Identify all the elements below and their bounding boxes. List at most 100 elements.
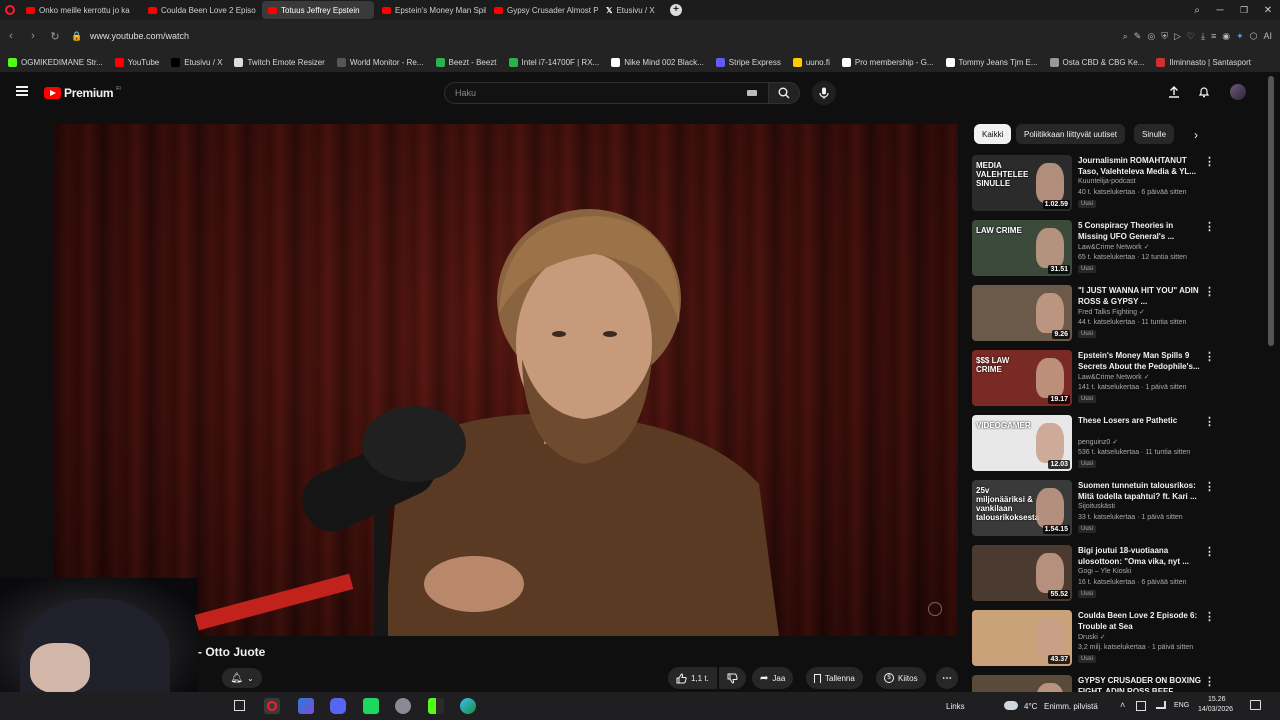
app-taskbar-icon-3[interactable] [395,698,411,714]
shield-icon[interactable]: ⛨ [1161,31,1168,42]
more-actions-button[interactable]: ⋯ [936,667,958,689]
bookmark-item[interactable]: Tommy Jeans Tjm E... [945,57,1038,67]
app-taskbar-icon-1[interactable] [298,698,314,714]
reload-icon[interactable]: ↻ [44,30,66,43]
youtube-premium-logo[interactable]: Premium FI [44,86,121,100]
channel-name[interactable]: Law&Crime Network ✓ [1078,243,1150,251]
channel-name[interactable]: Sijoituskästi [1078,503,1115,510]
video-thumbnail[interactable]: $$$ LAW CRIME 19.17 [972,350,1072,406]
search-button[interactable] [768,82,800,104]
weather-text[interactable]: Enimm. pilvistä [1044,702,1098,711]
chips-next-icon[interactable]: › [1194,128,1198,142]
bookmark-item[interactable]: OGMIKEDIMANE Str... [8,57,103,67]
avatar[interactable] [1230,84,1246,100]
voice-search-button[interactable] [812,81,836,105]
bookmark-item[interactable]: Osta CBD & CBG Ke... [1049,57,1144,67]
weather-temp[interactable]: 4°C [1024,702,1037,711]
dislike-button[interactable] [719,667,746,689]
close-window-icon[interactable]: ✕ [1256,5,1280,16]
extension-icon[interactable]: ✦ [1236,31,1244,42]
bookmark-item[interactable]: Ilminnasto | Santasport [1156,57,1251,67]
bookmark-item[interactable]: Intel i7-14700F | RX... [508,57,599,67]
recommended-video[interactable]: 9.26 "I JUST WANNA HIT YOU" ADIN ROSS & G… [972,285,1272,345]
more-options-icon[interactable]: ⋮ [1204,220,1215,233]
hamburger-menu-icon[interactable] [16,86,28,96]
clock-time[interactable]: 15.26 [1208,696,1226,703]
search-tabs-icon[interactable]: ⌕ [1186,5,1208,16]
search-input[interactable]: Haku [444,82,770,104]
notifications-bell-icon[interactable] [1198,86,1210,98]
page-scrollbar[interactable] [1268,76,1274,346]
app-taskbar-icon-2[interactable] [363,698,379,714]
taskview-icon[interactable] [234,700,245,711]
ai-icon[interactable]: AI [1263,31,1272,42]
filter-chip[interactable]: Kaikki [974,124,1012,144]
video-title[interactable]: 5 Conspiracy Theories in Missing UFO Gen… [1078,220,1202,242]
tray-chevron-icon[interactable]: ˄ [1120,700,1125,710]
recommended-video[interactable]: MEDIA VALEHTELEE SINULLE 1.02.59 Journalis… [972,155,1272,215]
subscription-bell-button[interactable]: 🔔︎ ⌄ [222,668,262,688]
channel-name[interactable]: Law&Crime Network ✓ [1078,373,1150,381]
cube-icon[interactable]: ⬡ [1250,31,1258,42]
browser-tab[interactable]: Gypsy Crusader Almost P [488,1,598,19]
profile-icon[interactable]: ◉ [1222,31,1230,42]
video-thumbnail[interactable]: VIDEOGAMER 12.03 [972,415,1072,471]
video-player[interactable] [54,124,958,636]
camera-icon[interactable]: ◎ [1147,31,1155,42]
video-thumbnail[interactable]: 25v miljonääriksi & vankilaan talousriko… [972,480,1072,536]
more-options-icon[interactable]: ⋮ [1204,350,1215,363]
discord-taskbar-icon[interactable] [330,698,346,714]
bookmark-item[interactable]: Nike Mind 002 Black... [611,57,704,67]
video-title[interactable]: Journalismin ROMAHTANUT Taso, Valehtelev… [1078,155,1202,177]
network-icon[interactable] [1156,701,1166,709]
opera-logo-icon[interactable] [0,5,20,15]
filter-chip[interactable]: Poliitikkaan liittyvät uutiset [1016,124,1125,144]
edge-taskbar-icon[interactable] [460,698,476,714]
channel-name[interactable]: penguinz0 ✓ [1078,438,1118,446]
browser-tab[interactable]: Coulda Been Love 2 Episo [142,1,260,19]
zoom-icon[interactable]: ⌕ [1123,31,1128,42]
browser-tab[interactable]: Epstein's Money Man Spil [376,1,486,19]
video-thumbnail[interactable]: 9.26 [972,285,1072,341]
more-options-icon[interactable]: ⋮ [1204,285,1215,298]
channel-name[interactable]: Fred Talks Fighting ✓ [1078,308,1145,316]
back-icon[interactable]: ‹ [0,30,22,42]
recommended-video[interactable]: 25v miljonääriksi & vankilaan talousriko… [972,480,1272,540]
filter-chip[interactable]: Sinulle [1134,124,1175,144]
channel-name[interactable]: Kuuntelija-podcast [1078,178,1136,185]
video-title[interactable]: "I JUST WANNA HIT YOU" ADIN ROSS & GYPSY… [1078,285,1202,307]
bookmark-item[interactable]: Stripe Express [715,57,781,67]
thanks-button[interactable]: $ Kiitos [876,667,926,689]
recommended-video[interactable]: 55.52 Bigi joutui 18-vuotiaana ulosottoon… [972,545,1272,605]
minimize-icon[interactable]: ─ [1208,5,1232,16]
keyboard-icon[interactable] [747,90,757,96]
notification-center-icon[interactable] [1250,700,1261,710]
share-button[interactable]: ➦ Jaa [752,667,794,689]
more-options-icon[interactable]: ⋮ [1204,155,1215,168]
like-button[interactable]: 1,1 t. [668,667,717,689]
save-button[interactable]: Tallenna [806,667,863,689]
video-thumbnail[interactable]: MEDIA VALEHTELEE SINULLE 1.02.59 [972,155,1072,211]
more-options-icon[interactable]: ⋮ [1204,610,1215,623]
channel-name[interactable]: Gogi – Yle Kioski [1078,568,1131,575]
more-options-icon[interactable]: ⋮ [1204,675,1215,688]
bookmark-item[interactable]: World Monitor - Re... [336,57,424,67]
video-title[interactable]: Epstein's Money Man Spills 9 Secrets Abo… [1078,350,1202,372]
links-toolbar[interactable]: Links [946,702,965,711]
video-title[interactable]: Coulda Been Love 2 Episode 6: Trouble at… [1078,610,1202,632]
recommended-video[interactable]: VIDEOGAMER 12.03 These Losers are Pathetic… [972,415,1272,475]
browser-tab[interactable]: Totuus Jeffrey Epstein [262,1,374,19]
download-icon[interactable]: ⤓ [1201,31,1205,42]
new-tab-icon[interactable]: + [670,4,682,16]
browser-tab[interactable]: 𝕏 Etusivu / X [600,1,662,19]
play-icon[interactable]: ▷ [1174,31,1181,42]
upload-icon[interactable] [1168,86,1180,98]
recommended-video[interactable]: 43.37 Coulda Been Love 2 Episode 6: Troub… [972,610,1272,670]
browser-tab[interactable]: Onko meille kerrottu jo ka [20,1,140,19]
video-thumbnail[interactable]: LAW CRIME 31.51 [972,220,1072,276]
more-options-icon[interactable]: ⋮ [1204,480,1215,493]
url-field[interactable]: www.youtube.com/watch [90,31,189,41]
bookmark-item[interactable]: uuno.fi [792,57,830,67]
more-options-icon[interactable]: ⋮ [1204,545,1215,558]
recommended-video[interactable]: $$$ LAW CRIME 19.17 Epstein's Money Man Sp… [972,350,1272,410]
